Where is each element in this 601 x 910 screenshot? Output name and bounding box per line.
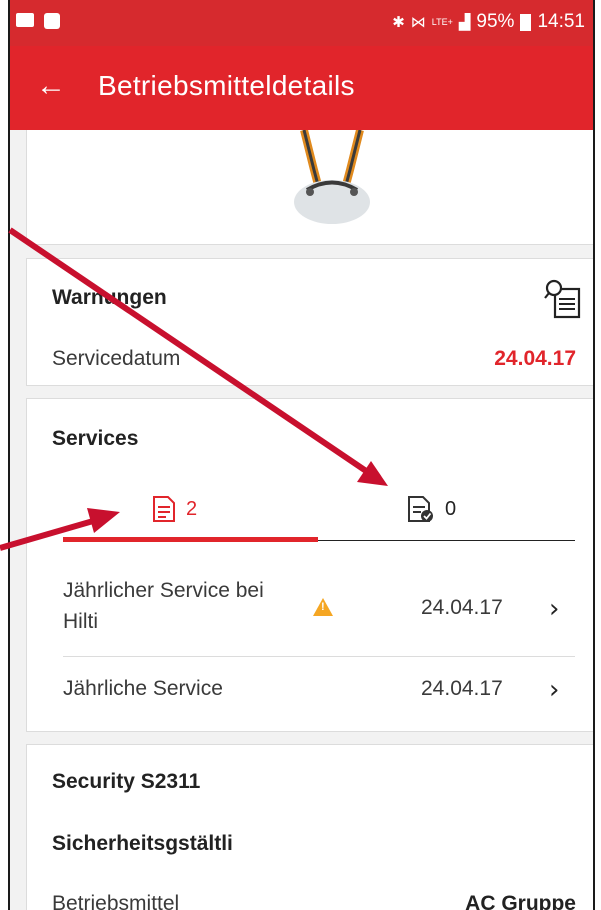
warning-icon <box>313 598 333 616</box>
signal-icon: ▟ <box>458 14 471 31</box>
clock: 14:51 <box>537 11 585 32</box>
battery-icon <box>520 13 532 31</box>
battery-percent: 95% <box>476 11 515 32</box>
phone-screen: ✱ ⋈ LTE+ ▟ 95% 14:51 ← Betriebsmitteldet… <box>10 0 593 910</box>
service-1-date: 24.04.17 <box>421 596 503 619</box>
service-date-label: Servicedatum <box>52 347 181 370</box>
bluetooth-icon: ✱ <box>392 14 405 31</box>
document-list-icon <box>153 496 175 522</box>
service-2-title: Jährliche Service <box>63 677 223 700</box>
page-title: Betriebsmitteldetails <box>98 70 355 101</box>
vibrate-icon: ⋈ <box>410 14 426 31</box>
tab-completed-services[interactable]: 0 <box>407 495 456 523</box>
asset-row-value: AC Gruppe <box>465 892 576 910</box>
service-1-title-line2: Hilti <box>63 610 98 633</box>
tab-completed-count: 0 <box>445 497 457 520</box>
service-1-title: Jährlicher Service bei <box>63 579 264 602</box>
service-date-value: 24.04.17 <box>494 347 576 370</box>
service-2-date: 24.04.17 <box>421 677 503 700</box>
services-heading: Services <box>52 427 139 450</box>
asset-name: Security S2311 <box>52 770 201 793</box>
chevron-right-icon: › <box>549 675 560 705</box>
asset-info-card: Security S2311 Sicherheitsgstältli Betri… <box>26 744 593 910</box>
asset-row-label: Betriebsmittel <box>52 892 180 910</box>
asset-image-card <box>26 130 593 245</box>
warnings-card: Warnungen Servicedatum 24.04.17 <box>26 258 593 386</box>
services-card: Services 2 0 Jährlicher Service bei Hilt… <box>26 398 593 732</box>
row-divider <box>63 656 575 657</box>
warnings-heading: Warnungen <box>52 286 167 309</box>
status-bar: ✱ ⋈ LTE+ ▟ 95% 14:51 <box>10 0 593 46</box>
harness-image <box>294 130 370 224</box>
tab-open-count: 2 <box>186 497 198 520</box>
chevron-right-icon: › <box>549 594 560 624</box>
lte-label: LTE+ <box>431 17 453 27</box>
back-arrow-icon[interactable]: ← <box>36 68 66 104</box>
frame-border-right <box>593 0 595 910</box>
app-bar: ← Betriebsmitteldetails <box>10 46 593 130</box>
asset-type: Sicherheitsgstältli <box>52 832 233 855</box>
tab-open-services[interactable]: 2 <box>152 495 197 523</box>
document-search-icon[interactable] <box>544 279 582 319</box>
document-check-icon <box>408 496 433 522</box>
tab-active-indicator <box>63 537 318 542</box>
bag-icon <box>44 13 60 29</box>
mail-icon <box>16 13 34 27</box>
